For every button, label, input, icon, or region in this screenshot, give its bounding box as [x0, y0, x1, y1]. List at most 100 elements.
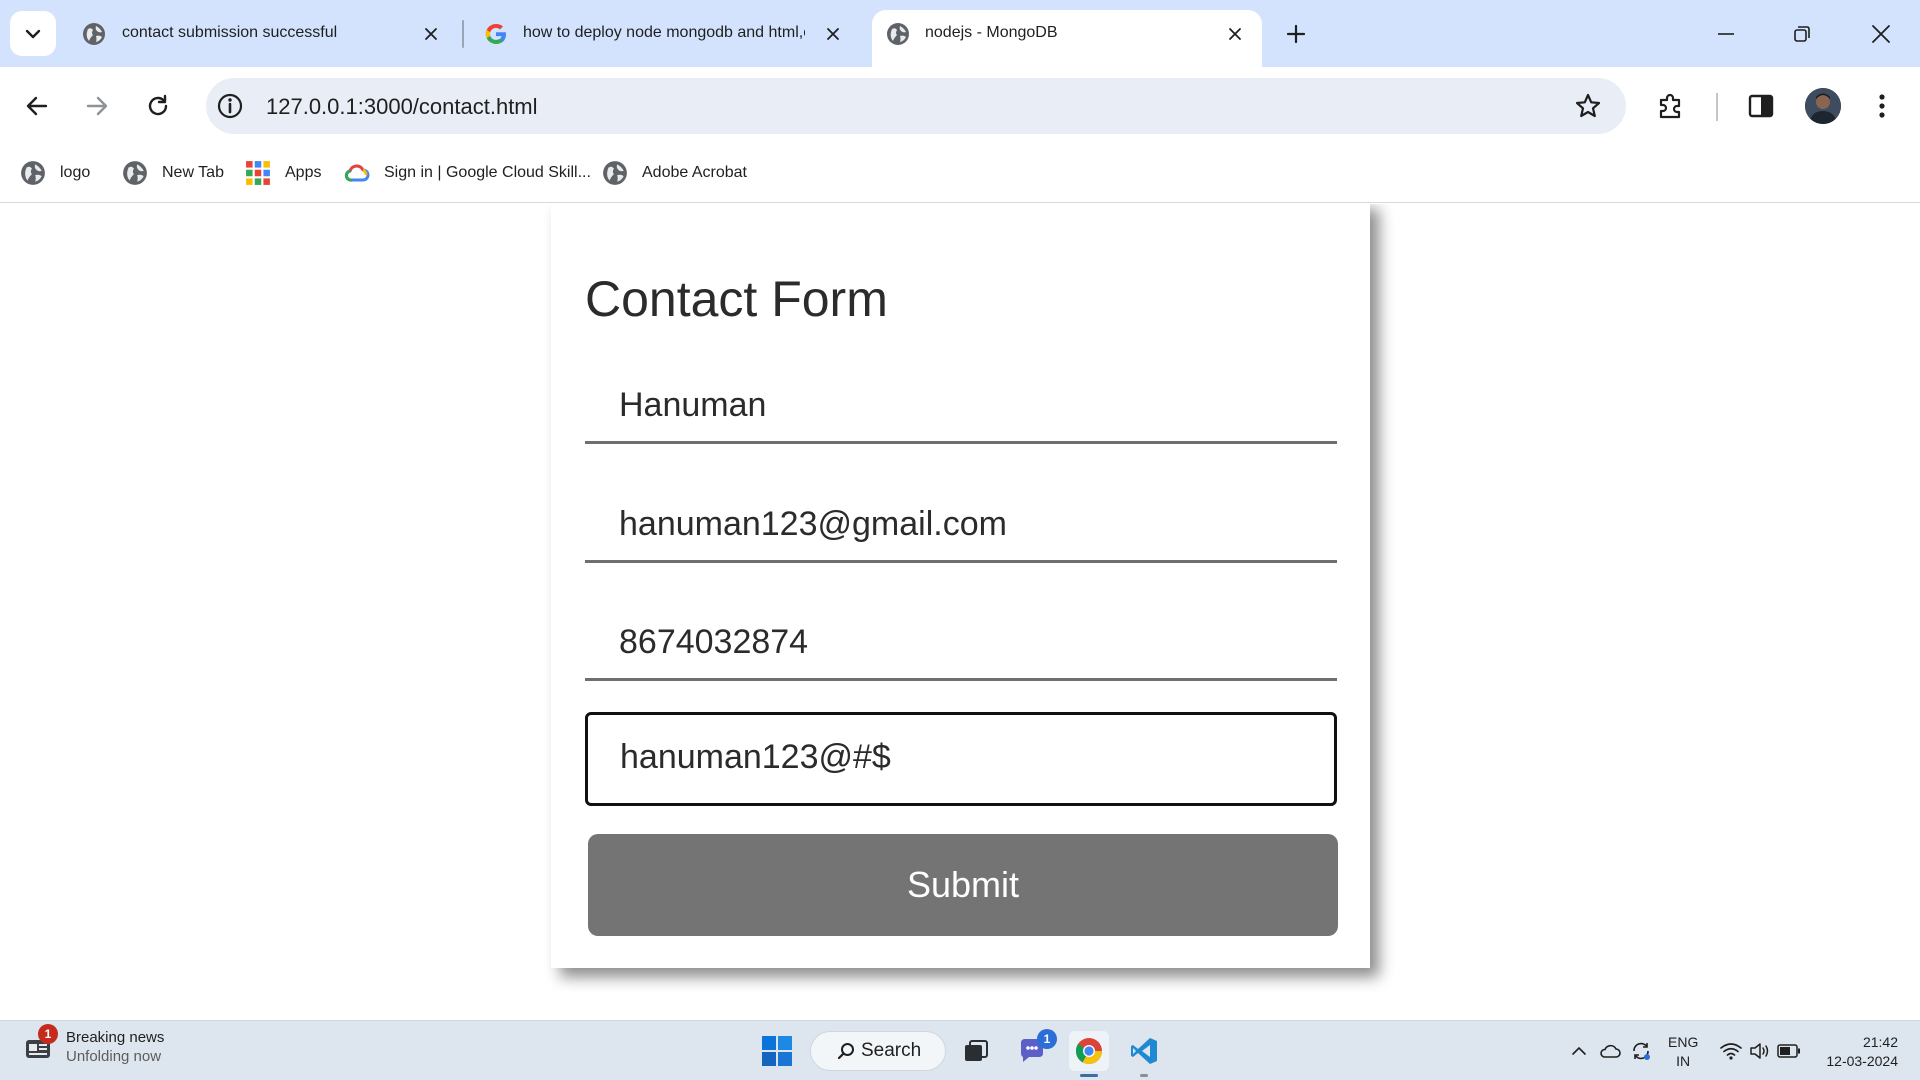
chrome-icon [1075, 1038, 1103, 1065]
globe-icon [603, 161, 627, 185]
tab-search-button[interactable] [10, 11, 56, 56]
forward-button[interactable] [80, 89, 114, 123]
globe-icon [83, 23, 105, 45]
profile-avatar[interactable] [1805, 88, 1841, 124]
back-button[interactable] [20, 89, 54, 123]
onedrive-icon[interactable] [1598, 1039, 1622, 1063]
clock-date: 12-03-2024 [1826, 1053, 1898, 1069]
volume-icon[interactable] [1748, 1039, 1772, 1063]
bookmark-apps[interactable]: Apps [245, 157, 321, 189]
google-icon [485, 24, 506, 44]
windows-logo-icon [762, 1036, 792, 1066]
close-icon[interactable] [1224, 23, 1246, 45]
bookmark-label: logo [60, 164, 91, 181]
globe-icon [123, 161, 147, 185]
more-vertical-icon [1879, 94, 1885, 118]
side-panel-button[interactable] [1744, 89, 1778, 123]
clock-time: 21:42 [1862, 1034, 1898, 1050]
chevron-up-icon [1572, 1046, 1586, 1055]
tab-strip: contact submission successful how to dep… [0, 0, 1920, 67]
tab-title: nodejs - MongoDB [925, 24, 1058, 41]
chrome-taskbar-button[interactable] [1069, 1031, 1109, 1077]
teams-chat-button[interactable]: 1 [1013, 1029, 1057, 1071]
reload-icon [148, 94, 168, 116]
password-input-value[interactable]: hanuman123@#$ [620, 738, 891, 777]
url-text[interactable]: 127.0.0.1:3000/contact.html [266, 94, 538, 120]
sync-icon[interactable] [1629, 1039, 1653, 1063]
minimize-icon [1718, 33, 1734, 35]
tab-contact-submission[interactable]: contact submission successful [60, 10, 456, 67]
globe-icon [887, 23, 909, 45]
close-icon[interactable] [420, 23, 442, 45]
submit-button[interactable]: Submit [588, 834, 1338, 936]
bookmark-logo[interactable]: logo [20, 157, 90, 189]
bookmark-star-icon[interactable] [1574, 92, 1602, 120]
system-clock[interactable]: 21:42 12-03-2024 [1818, 1033, 1898, 1071]
windows-taskbar: 1 Breaking news Unfolding now Search 1 E… [0, 1020, 1920, 1080]
bookmark-label: Adobe Acrobat [642, 164, 747, 181]
show-hidden-icons-button[interactable] [1567, 1039, 1591, 1063]
address-bar[interactable]: 127.0.0.1:3000/contact.html [206, 78, 1626, 134]
contact-form-card: Contact Form Hanuman hanuman123@gmail.co… [551, 204, 1370, 968]
task-view-button[interactable] [956, 1031, 996, 1071]
bookmarks-bar: logo New Tab Apps Sign in | Google Cloud… [0, 145, 1920, 203]
bookmark-label: New Tab [162, 164, 224, 181]
avatar-icon [1805, 88, 1841, 124]
start-button[interactable] [757, 1031, 797, 1071]
close-icon[interactable] [822, 23, 844, 45]
vscode-taskbar-button[interactable] [1124, 1031, 1164, 1077]
phone-input-value[interactable]: 8674032874 [619, 623, 808, 662]
running-indicator [1140, 1074, 1148, 1077]
search-icon [837, 1043, 854, 1060]
reload-button[interactable] [141, 89, 175, 123]
tab-how-to-deploy[interactable]: how to deploy node mongodb and html,c [462, 10, 858, 67]
email-input-value[interactable]: hanuman123@gmail.com [619, 505, 1007, 544]
apps-grid-icon [246, 161, 270, 185]
battery-icon[interactable] [1777, 1039, 1801, 1063]
name-input-value[interactable]: Hanuman [619, 386, 766, 425]
bookmark-adobe-acrobat[interactable]: Adobe Acrobat [602, 157, 747, 189]
arrow-left-icon [26, 96, 48, 116]
task-view-icon [965, 1040, 988, 1061]
chevron-down-icon [25, 29, 41, 38]
arrow-right-icon [86, 96, 108, 116]
bookmark-new-tab[interactable]: New Tab [122, 157, 224, 189]
news-title: Breaking news [66, 1029, 165, 1046]
bookmark-label: Sign in | Google Cloud Skill... [384, 164, 591, 181]
chrome-menu-button[interactable] [1865, 89, 1899, 123]
close-window-button[interactable] [1865, 18, 1897, 50]
vscode-icon [1131, 1038, 1157, 1064]
taskbar-search[interactable]: Search [810, 1031, 946, 1071]
minimize-button[interactable] [1710, 18, 1742, 50]
page-viewport: Contact Form Hanuman hanuman123@gmail.co… [0, 204, 1920, 1020]
news-widget[interactable]: 1 Breaking news Unfolding now [24, 1024, 164, 1065]
site-info-icon[interactable] [216, 92, 244, 120]
browser-toolbar: 127.0.0.1:3000/contact.html [0, 67, 1920, 145]
lang-line2: IN [1676, 1053, 1691, 1069]
toolbar-divider [1716, 93, 1718, 121]
news-text: Breaking news Unfolding now [66, 1029, 164, 1065]
password-field[interactable]: hanuman123@#$ [585, 712, 1337, 806]
page-title: Contact Form [585, 271, 888, 327]
tab-nodejs-mongodb[interactable]: nodejs - MongoDB [872, 10, 1262, 67]
phone-field[interactable]: 8674032874 [585, 601, 1337, 681]
globe-icon [21, 161, 45, 185]
wifi-icon[interactable] [1719, 1039, 1743, 1063]
tab-title: contact submission successful [122, 24, 338, 41]
news-badge: 1 [38, 1024, 58, 1044]
name-field[interactable]: Hanuman [585, 364, 1337, 444]
email-field[interactable]: hanuman123@gmail.com [585, 483, 1337, 563]
bookmark-google-cloud[interactable]: Sign in | Google Cloud Skill... [344, 157, 591, 189]
input-language-indicator[interactable]: ENG IN [1668, 1033, 1698, 1071]
restore-icon [1794, 26, 1810, 42]
extensions-button[interactable] [1654, 89, 1688, 123]
new-tab-button[interactable] [1281, 19, 1311, 49]
teams-badge: 1 [1037, 1029, 1057, 1049]
running-indicator [1080, 1074, 1098, 1077]
bookmark-label: Apps [285, 164, 322, 181]
news-subtitle: Unfolding now [66, 1048, 162, 1065]
lang-line1: ENG [1668, 1034, 1699, 1050]
restore-button[interactable] [1786, 18, 1818, 50]
close-icon [1872, 25, 1890, 43]
google-cloud-icon [344, 164, 370, 182]
